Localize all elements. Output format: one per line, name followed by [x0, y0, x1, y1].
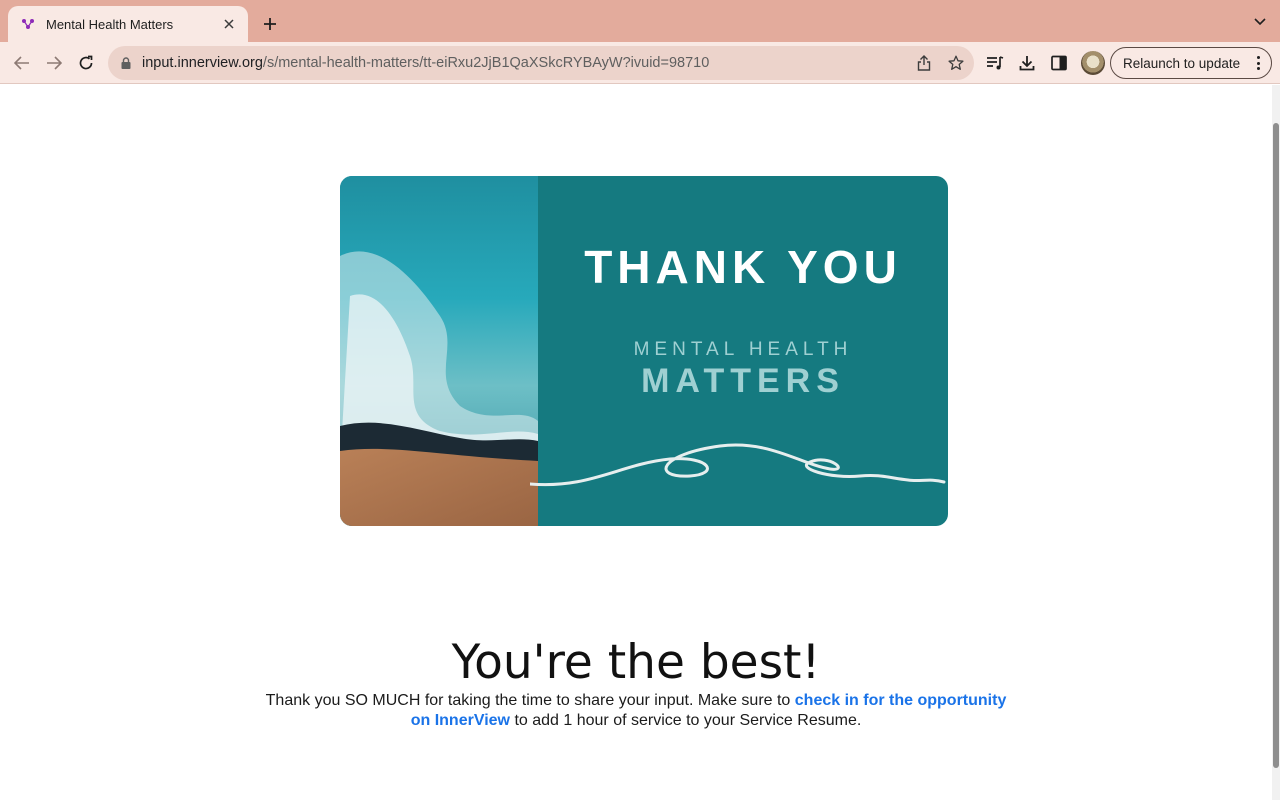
- thank-you-message: Thank you SO MUCH for taking the time to…: [255, 691, 1017, 731]
- message-prefix: Thank you SO MUCH for taking the time to…: [265, 692, 795, 709]
- tab-search-chevron-icon[interactable]: [1252, 14, 1268, 30]
- tab-strip: Mental Health Matters: [0, 0, 1280, 42]
- relaunch-to-update-button[interactable]: Relaunch to update: [1110, 47, 1272, 79]
- relaunch-label: Relaunch to update: [1123, 55, 1241, 71]
- forward-arrow-icon[interactable]: [42, 51, 66, 75]
- url-path: /s/mental-health-matters/tt-eiRxu2JjB1Qa…: [262, 55, 710, 71]
- reload-icon[interactable]: [74, 51, 98, 75]
- banner-subtitle-line2: MATTERS: [641, 362, 845, 400]
- address-bar[interactable]: input.innerview.org/s/mental-health-matt…: [108, 46, 974, 80]
- page-scrollbar[interactable]: [1272, 85, 1280, 800]
- url-host: input.innerview.org: [142, 55, 263, 71]
- tab-title: Mental Health Matters: [46, 16, 174, 32]
- side-panel-icon[interactable]: [1048, 52, 1070, 74]
- ocean-shore-image: [340, 176, 538, 526]
- wave-line-decoration: [530, 443, 946, 487]
- banner-subtitle-line1: MENTAL HEALTH: [633, 339, 853, 360]
- scrollbar-thumb[interactable]: [1273, 123, 1279, 768]
- page-viewport: THANK YOU MENTAL HEALTH MATTERS You're t…: [0, 85, 1280, 800]
- bookmark-star-icon[interactable]: [946, 53, 966, 73]
- profile-avatar[interactable]: [1081, 51, 1105, 75]
- more-menu-icon[interactable]: [1257, 56, 1261, 70]
- close-tab-icon[interactable]: [220, 15, 238, 33]
- browser-toolbar: input.innerview.org/s/mental-health-matt…: [0, 42, 1280, 84]
- tab-active[interactable]: Mental Health Matters: [8, 6, 248, 42]
- back-arrow-icon[interactable]: [10, 51, 34, 75]
- url-text[interactable]: input.innerview.org/s/mental-health-matt…: [142, 55, 709, 71]
- innerview-favicon-icon: [20, 16, 36, 32]
- new-tab-plus-icon[interactable]: [258, 12, 282, 36]
- page-headline: You're the best!: [451, 635, 821, 690]
- share-icon[interactable]: [914, 53, 934, 73]
- banner-title: THANK YOU: [584, 241, 902, 293]
- thank-you-banner-image: THANK YOU MENTAL HEALTH MATTERS: [340, 176, 948, 526]
- lock-icon[interactable]: [120, 56, 132, 70]
- media-queue-icon[interactable]: [984, 52, 1006, 74]
- download-icon[interactable]: [1016, 52, 1038, 74]
- message-suffix: to add 1 hour of service to your Service…: [510, 712, 862, 729]
